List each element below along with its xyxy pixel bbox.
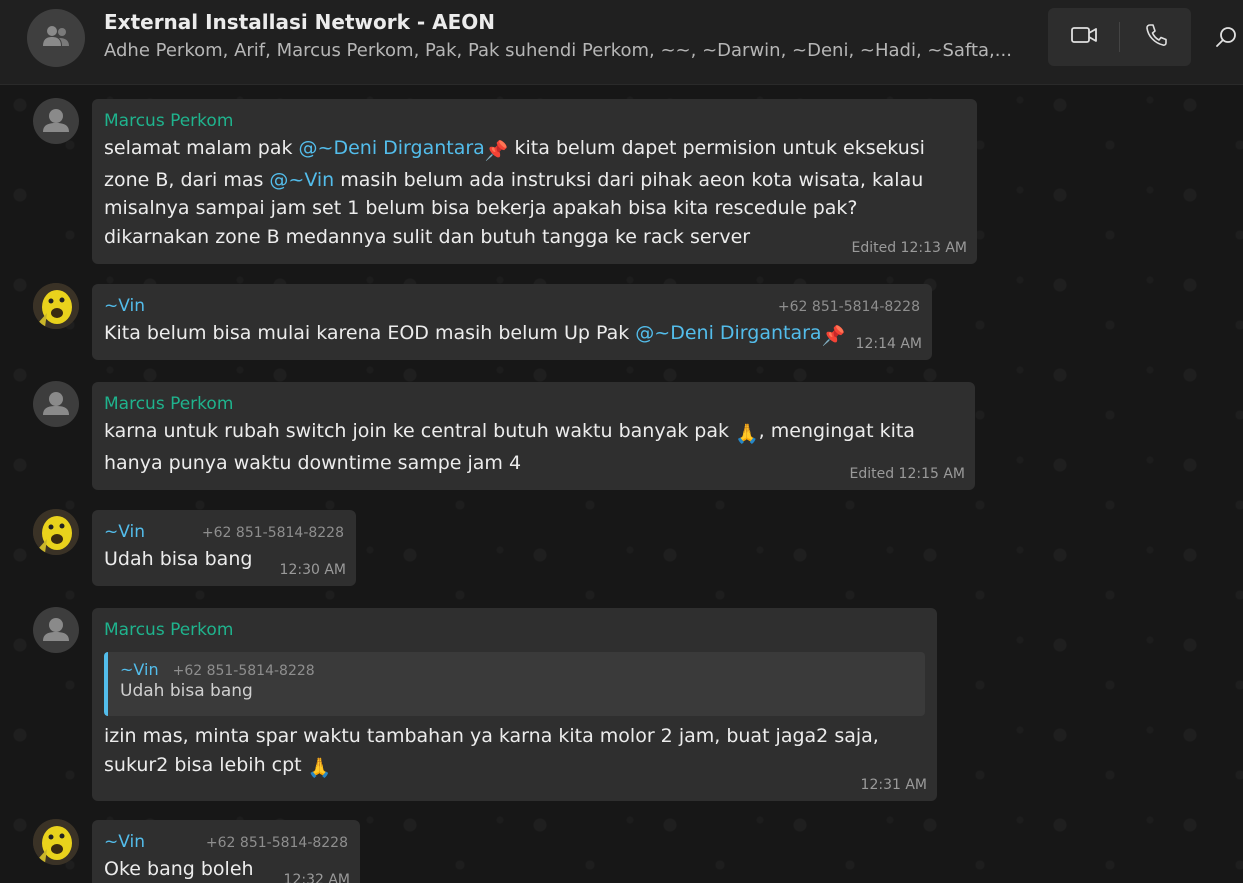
message-text: Kita belum bisa mulai karena EOD masih b… [104, 319, 920, 351]
message-text: izin mas, minta spar waktu tambahan ya k… [104, 722, 925, 782]
message-bubble[interactable]: Marcus Perkom selamat malam pak @~Deni D… [92, 99, 977, 264]
emoji: 🙏 [307, 756, 332, 779]
message-text-run: izin mas, minta spar waktu tambahan ya k… [104, 725, 879, 776]
message-bubble[interactable]: Marcus Perkom ~Vin +62 851-5814-8228 Uda… [92, 608, 937, 801]
emoji: 📌 [484, 140, 509, 162]
chat-title[interactable]: External Installasi Network - AEON [104, 10, 495, 34]
message-text-run: Oke bang boleh [104, 858, 254, 880]
sender-phone: +62 851-5814-8228 [777, 299, 920, 315]
message-timestamp: 12:31 AM [860, 777, 927, 793]
call-buttons [1048, 8, 1191, 66]
sender-avatar[interactable] [33, 283, 79, 329]
message-header: ~Vin +62 851-5814-8228 [104, 296, 920, 316]
message-timestamp: Edited 12:13 AM [851, 240, 967, 256]
group-avatar[interactable] [27, 9, 85, 67]
sender-phone: +62 851-5814-8228 [205, 835, 348, 851]
mention-link[interactable]: @~Deni Dirgantara [299, 137, 485, 159]
message-text-run: Kita belum bisa mulai karena EOD masih b… [104, 322, 636, 344]
default-avatar-icon [43, 109, 69, 132]
message-sender-name[interactable]: Marcus Perkom [104, 620, 925, 640]
emoji: 🙏 [735, 423, 759, 445]
search-icon [1215, 25, 1239, 53]
message-bubble[interactable]: ~Vin +62 851-5814-8228 Udah bisa bang 12… [92, 510, 356, 586]
quoted-sender-phone: +62 851-5814-8228 [172, 663, 315, 679]
message-timestamp: 12:14 AM [855, 336, 922, 352]
quoted-sender-name: ~Vin [120, 660, 159, 679]
sender-avatar[interactable] [33, 819, 79, 865]
quoted-header: ~Vin +62 851-5814-8228 [120, 660, 913, 679]
message-text-run: selamat malam pak [104, 137, 299, 159]
sender-avatar[interactable] [33, 509, 79, 555]
message-timestamp: Edited 12:15 AM [849, 466, 965, 482]
emoji: 📌 [821, 325, 846, 347]
default-avatar-icon [43, 392, 69, 415]
message-bubble[interactable]: ~Vin +62 851-5814-8228 Oke bang boleh 12… [92, 820, 360, 883]
search-button[interactable] [1212, 24, 1242, 54]
message-sender-name[interactable]: Marcus Perkom [104, 111, 965, 131]
message-sender-name[interactable]: Marcus Perkom [104, 394, 963, 414]
mention-link[interactable]: @~Deni Dirgantara [635, 322, 821, 344]
message-text-run: karna untuk rubah switch join ke central… [104, 420, 735, 442]
message-bubble[interactable]: ~Vin +62 851-5814-8228 Kita belum bisa m… [92, 284, 932, 360]
chat-header: External Installasi Network - AEON Adhe … [0, 0, 1243, 85]
vin-avatar-image [33, 509, 79, 555]
phone-icon [1145, 23, 1167, 51]
sender-avatar[interactable] [33, 98, 79, 144]
quoted-text: Udah bisa bang [120, 681, 253, 701]
message-timestamp: 12:32 AM [283, 872, 350, 883]
whatsapp-window: External Installasi Network - AEON Adhe … [0, 0, 1243, 883]
video-camera-icon [1070, 25, 1098, 49]
sender-phone: +62 851-5814-8228 [201, 525, 344, 541]
mention-link[interactable]: @~Vin [269, 169, 334, 191]
message-sender-name[interactable]: ~Vin [104, 522, 145, 542]
quoted-message[interactable]: ~Vin +62 851-5814-8228 Udah bisa bang [104, 652, 925, 716]
message-bubble[interactable]: Marcus Perkom karna untuk rubah switch j… [92, 382, 975, 490]
message-header: ~Vin +62 851-5814-8228 [104, 522, 344, 542]
vin-avatar-image [33, 819, 79, 865]
chat-members-list[interactable]: Adhe Perkom, Arif, Marcus Perkom, Pak, P… [104, 40, 1024, 61]
message-text-run: Udah bisa bang [104, 548, 253, 570]
message-header: ~Vin +62 851-5814-8228 [104, 832, 348, 852]
vin-avatar-image [33, 283, 79, 329]
sender-avatar[interactable] [33, 381, 79, 427]
message-sender-name[interactable]: ~Vin [104, 832, 145, 852]
group-icon [41, 24, 71, 52]
message-timestamp: 12:30 AM [279, 562, 346, 578]
voice-call-button[interactable] [1120, 8, 1191, 66]
sender-avatar[interactable] [33, 607, 79, 653]
message-text: selamat malam pak @~Deni Dirgantara📌 kit… [104, 134, 965, 251]
default-avatar-icon [43, 618, 69, 641]
chat-messages-area[interactable]: Marcus Perkom selamat malam pak @~Deni D… [0, 85, 1243, 883]
video-call-button[interactable] [1048, 8, 1119, 66]
message-text: karna untuk rubah switch join ke central… [104, 417, 963, 477]
message-sender-name[interactable]: ~Vin [104, 296, 145, 316]
